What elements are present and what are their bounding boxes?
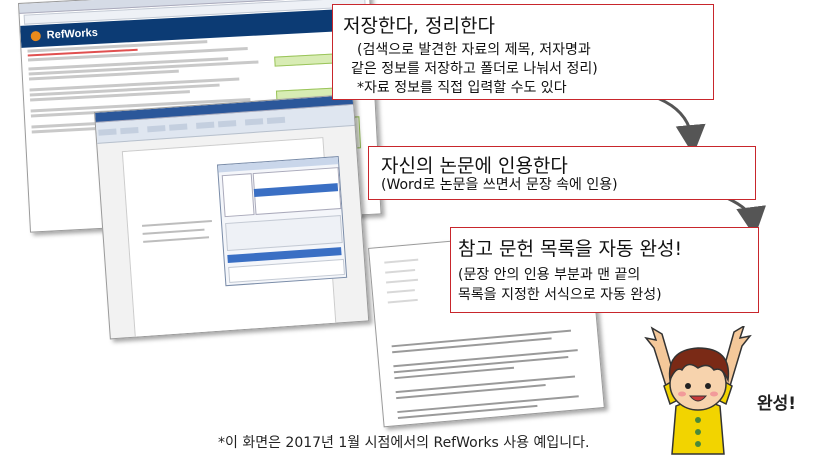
callout-line: 목록을 지정한 서식으로 자동 완성) <box>458 287 662 303</box>
callout-cite: 자신의 논문에 인용한다 (Word로 논문을 쓰면서 문장 속에 인용) <box>368 146 756 200</box>
callout-title: 저장한다, 정리한다 <box>343 15 495 37</box>
callout-bibliography: 참고 문헌 목록을 자동 완성! (문장 안의 인용 부분과 맨 끝의 목록을 … <box>450 227 759 313</box>
callout-title: 참고 문헌 목록을 자동 완성! <box>458 238 683 260</box>
footnote: *이 화면은 2017년 1월 시점에서의 RefWorks 사용 예입니다. <box>218 435 590 451</box>
character-label: 완성! <box>757 394 797 414</box>
callout-save-organize: 저장한다, 정리한다 (검색으로 발견한 자료의 제목, 저자명과 같은 정보를… <box>332 4 714 100</box>
callout-line: *자료 정보를 직접 입력할 수도 있다 <box>357 80 567 96</box>
callout-line: (검색으로 발견한 자료의 제목, 저자명과 <box>357 42 591 58</box>
curved-arrow-icon <box>651 94 706 155</box>
callout-line: 같은 정보를 저장하고 폴더로 나눠서 정리) <box>351 61 598 77</box>
character-illustration <box>644 326 752 455</box>
curved-arrow-icon <box>726 196 767 237</box>
callout-title: 자신의 논문에 인용한다 <box>381 155 568 177</box>
callout-line: (Word로 논문을 쓰면서 문장 속에 인용) <box>381 177 618 193</box>
callout-line: (문장 안의 인용 부분과 맨 끝의 <box>458 267 641 283</box>
